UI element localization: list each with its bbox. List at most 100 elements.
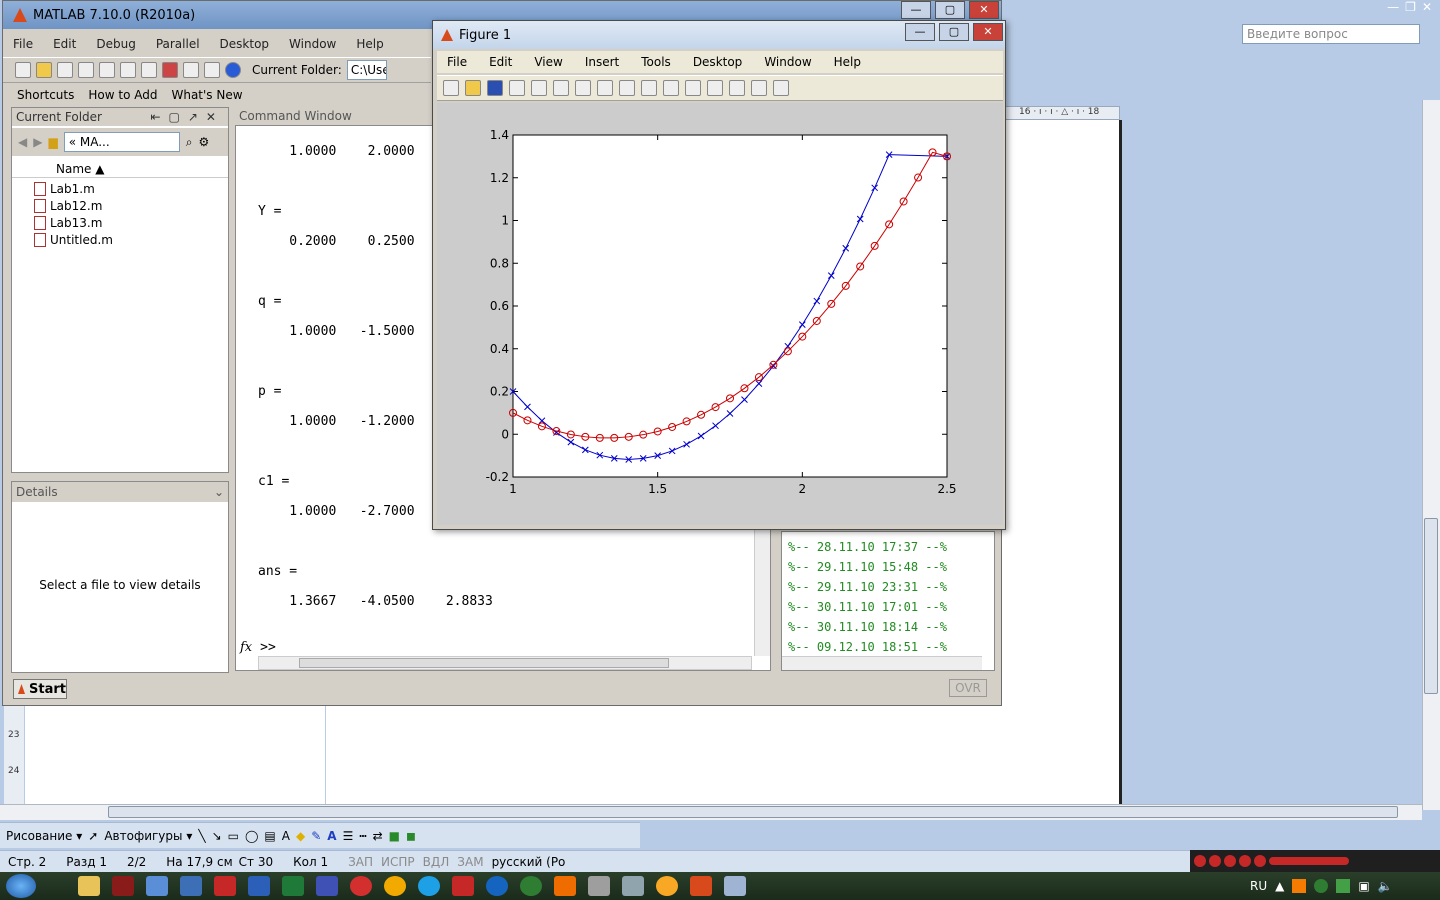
name-column-header[interactable]: Name ▲ bbox=[12, 160, 228, 178]
minimize-icon[interactable]: — bbox=[901, 1, 931, 19]
menu-debug[interactable]: Debug bbox=[96, 37, 135, 51]
status-ovr[interactable]: ЗАМ bbox=[457, 855, 483, 869]
3d-icon[interactable]: ◼ bbox=[406, 829, 416, 843]
tray-app-icon[interactable] bbox=[1336, 879, 1351, 893]
menu-window[interactable]: Window bbox=[289, 37, 336, 51]
torrent-icon[interactable] bbox=[520, 876, 542, 896]
legend-icon[interactable] bbox=[729, 80, 745, 96]
menu-desktop[interactable]: Desktop bbox=[220, 37, 270, 51]
line-color-icon[interactable]: ✎ bbox=[311, 829, 321, 843]
wordart-icon[interactable]: A bbox=[282, 829, 290, 843]
copy-icon[interactable] bbox=[78, 62, 94, 78]
opera-icon[interactable] bbox=[350, 876, 372, 896]
cut-icon[interactable] bbox=[57, 62, 73, 78]
menu-help[interactable]: Help bbox=[356, 37, 383, 51]
history-item[interactable]: %-- 30.11.10 17:01 --% bbox=[788, 600, 947, 614]
command-hscroll[interactable] bbox=[258, 656, 752, 670]
autoshapes-menu[interactable]: Автофигуры ▾ bbox=[104, 829, 192, 843]
open-icon[interactable] bbox=[465, 80, 481, 96]
app-icon[interactable] bbox=[112, 876, 134, 896]
restore-icon[interactable]: ❐ bbox=[1405, 0, 1416, 18]
status-fix[interactable]: ИСПР bbox=[381, 855, 415, 869]
search-icon[interactable]: ⌕ bbox=[186, 135, 193, 150]
app-icon[interactable] bbox=[384, 876, 406, 896]
disk-icon[interactable] bbox=[316, 876, 338, 896]
pause-icon[interactable] bbox=[1209, 855, 1221, 867]
minimize-icon[interactable]: — bbox=[905, 23, 935, 41]
menu-file[interactable]: File bbox=[13, 37, 33, 51]
pan-icon[interactable] bbox=[597, 80, 613, 96]
line-icon[interactable]: ╲ bbox=[198, 829, 205, 843]
app-icon[interactable] bbox=[554, 876, 576, 896]
chevron-down-icon[interactable]: ⌄ bbox=[214, 485, 224, 499]
shortcuts-label[interactable]: Shortcuts bbox=[17, 88, 74, 102]
history-item[interactable]: %-- 09.12.10 18:51 --% bbox=[788, 640, 947, 654]
arrow-icon[interactable]: ↘ bbox=[212, 829, 222, 843]
drawing-menu[interactable]: Рисование ▾ bbox=[6, 829, 82, 843]
gear-icon[interactable]: ⚙ bbox=[198, 135, 209, 149]
dash-style-icon[interactable]: ┅ bbox=[359, 829, 366, 843]
next-icon[interactable] bbox=[1254, 855, 1266, 867]
close-icon[interactable]: ✕ bbox=[969, 1, 999, 19]
rectangle-icon[interactable]: ▭ bbox=[228, 829, 239, 843]
vertical-scrollbar[interactable] bbox=[1422, 100, 1440, 810]
fx-icon[interactable]: fx bbox=[240, 640, 252, 655]
hide-plot-tools-icon[interactable] bbox=[751, 80, 767, 96]
fill-color-icon[interactable]: ◆ bbox=[296, 829, 305, 843]
status-ext[interactable]: ВДЛ bbox=[423, 855, 450, 869]
history-item[interactable]: %-- 28.11.10 17:37 --% bbox=[788, 540, 947, 554]
fig-menu-tools[interactable]: Tools bbox=[641, 55, 671, 69]
app-icon[interactable] bbox=[452, 876, 474, 896]
network-icon[interactable]: ▣ bbox=[1358, 879, 1369, 893]
oval-icon[interactable]: ◯ bbox=[245, 829, 258, 843]
arrow-style-icon[interactable]: ⇄ bbox=[373, 829, 383, 843]
close-icon[interactable]: ✕ bbox=[1422, 0, 1432, 18]
play-icon[interactable] bbox=[1194, 855, 1206, 867]
chevron-up-icon[interactable]: ▲ bbox=[1275, 879, 1284, 893]
simulink-icon[interactable] bbox=[162, 62, 178, 78]
horizontal-scroll-thumb[interactable] bbox=[108, 806, 1398, 818]
menu-parallel[interactable]: Parallel bbox=[156, 37, 200, 51]
close-icon[interactable]: ✕ bbox=[973, 23, 1003, 41]
redo-icon[interactable] bbox=[141, 62, 157, 78]
explorer-icon[interactable] bbox=[78, 876, 100, 896]
undo-icon[interactable] bbox=[120, 62, 136, 78]
new-file-icon[interactable] bbox=[15, 62, 31, 78]
app-icon[interactable] bbox=[486, 876, 508, 896]
current-folder-input[interactable]: C:\User bbox=[346, 60, 387, 80]
mail-icon[interactable] bbox=[656, 876, 678, 896]
back-icon[interactable]: ◀ bbox=[18, 135, 27, 149]
file-item[interactable]: Lab12.m bbox=[34, 199, 102, 213]
maximize-icon[interactable]: ▢ bbox=[939, 23, 969, 41]
brush-icon[interactable] bbox=[663, 80, 679, 96]
whats-new-link[interactable]: What's New bbox=[171, 88, 242, 102]
colorbar-icon[interactable] bbox=[707, 80, 723, 96]
app-icon[interactable] bbox=[622, 876, 644, 896]
matlab-taskbar-icon[interactable] bbox=[690, 876, 712, 896]
prev-icon[interactable] bbox=[1239, 855, 1251, 867]
show-plot-tools-icon[interactable] bbox=[773, 80, 789, 96]
fig-menu-insert[interactable]: Insert bbox=[585, 55, 619, 69]
zoom-out-icon[interactable] bbox=[575, 80, 591, 96]
windows-start-icon[interactable] bbox=[6, 874, 36, 898]
paste-icon[interactable] bbox=[99, 62, 115, 78]
guide-icon[interactable] bbox=[183, 62, 199, 78]
new-figure-icon[interactable] bbox=[443, 80, 459, 96]
excel-icon[interactable] bbox=[282, 876, 304, 896]
maximize-icon[interactable]: ▢ bbox=[935, 1, 965, 19]
minimize-icon[interactable]: — bbox=[1387, 0, 1399, 18]
save-icon[interactable] bbox=[487, 80, 503, 96]
fig-menu-edit[interactable]: Edit bbox=[489, 55, 512, 69]
fig-menu-window[interactable]: Window bbox=[764, 55, 811, 69]
file-item[interactable]: Lab1.m bbox=[34, 182, 95, 196]
menu-edit[interactable]: Edit bbox=[53, 37, 76, 51]
forward-icon[interactable]: ▶ bbox=[33, 135, 42, 149]
edit-plot-icon[interactable] bbox=[531, 80, 547, 96]
details-header[interactable]: Details ⌄ bbox=[12, 482, 228, 502]
history-item[interactable]: %-- 29.11.10 15:48 --% bbox=[788, 560, 947, 574]
stop-icon[interactable] bbox=[1224, 855, 1236, 867]
history-hscroll[interactable] bbox=[782, 656, 982, 670]
history-item[interactable]: %-- 30.11.10 18:14 --% bbox=[788, 620, 947, 634]
volume-icon[interactable]: 🔈 bbox=[1378, 879, 1393, 893]
vertical-scroll-thumb[interactable] bbox=[1424, 518, 1438, 694]
